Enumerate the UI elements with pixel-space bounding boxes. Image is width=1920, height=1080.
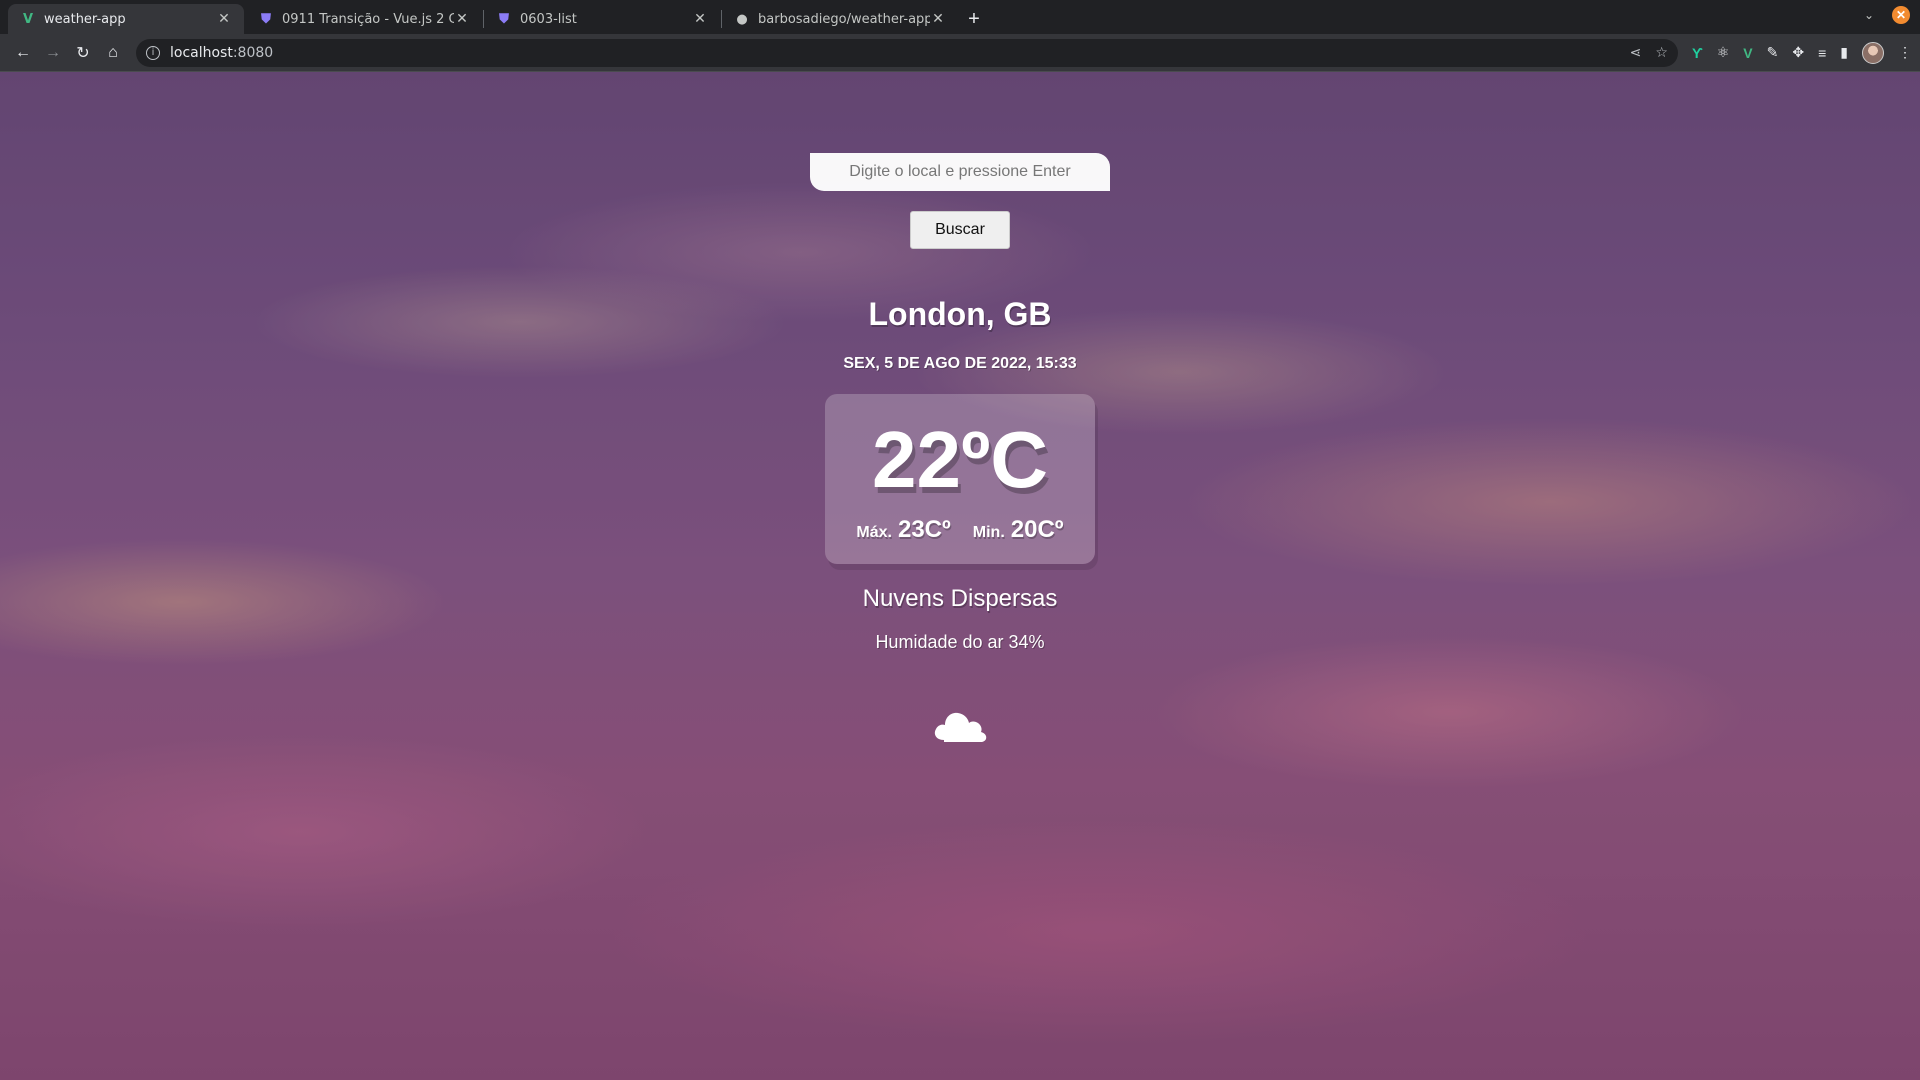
browser-toolbar: ← → ↻ ⌂ i localhost:8080 ⋖ ☆ ϒ ⚛ V ✎ ✥ ≡… — [0, 34, 1920, 72]
humidity: Humidade do ar 34% — [875, 632, 1045, 652]
tab-search-chevron-icon[interactable]: ⌄ — [1864, 8, 1874, 22]
browser-tab-strip: V weather-app ✕ ⛊ 0911 Transição - Vue.j… — [0, 0, 1920, 34]
vue-logo-icon: V — [22, 11, 34, 27]
tab-title: weather-app — [44, 11, 126, 27]
browser-tab-vue-transition[interactable]: ⛊ 0911 Transição - Vue.js 2 Comp ✕ — [246, 4, 484, 34]
browser-tab-github[interactable]: ● barbosadiego/weather-app- ✕ — [722, 4, 958, 34]
max-temperature: Máx. 23Cº — [856, 516, 950, 544]
share-icon[interactable]: ⋖ — [1630, 45, 1642, 61]
min-label: Min. — [972, 524, 1005, 541]
browser-menu-icon[interactable]: ⋮ — [1898, 44, 1912, 61]
new-tab-button[interactable]: + — [960, 4, 988, 34]
max-label: Máx. — [856, 524, 892, 541]
weather-app: Buscar London, GB SEX, 5 DE AGO DE 2022,… — [0, 72, 1920, 1080]
bookmark-star-icon[interactable]: ☆ — [1655, 45, 1668, 61]
browser-tab-weather-app[interactable]: V weather-app ✕ — [8, 4, 244, 34]
close-tab-icon[interactable]: ✕ — [454, 11, 470, 27]
search-button[interactable]: Buscar — [910, 211, 1010, 249]
extensions-puzzle-icon[interactable]: ✥ — [1792, 44, 1804, 61]
address-bar[interactable]: i localhost:8080 ⋖ ☆ — [136, 38, 1678, 67]
min-temperature: Min. 20Cº — [973, 516, 1064, 544]
tab-title: 0603-list — [520, 11, 577, 27]
page-viewport: Buscar London, GB SEX, 5 DE AGO DE 2022,… — [0, 72, 1920, 1080]
cloud-icon — [934, 712, 987, 742]
shield-favicon-icon: ⛊ — [499, 11, 509, 27]
extension-green-icon[interactable]: ϒ — [1692, 45, 1703, 61]
max-value: 23Cº — [897, 516, 951, 543]
url-port: :8080 — [232, 44, 274, 61]
temperature-box: 22ºC Máx. 23Cº Min. 20Cº — [825, 394, 1095, 564]
date-time: SEX, 5 DE AGO DE 2022, 15:33 — [843, 355, 1077, 372]
profile-avatar[interactable] — [1862, 41, 1884, 64]
browser-tab-list[interactable]: ⛊ 0603-list ✕ — [484, 4, 722, 34]
location-search-input[interactable] — [810, 153, 1110, 191]
min-max-temperature: Máx. 23Cº Min. 20Cº — [825, 516, 1095, 544]
color-picker-extension-icon[interactable]: ✎ — [1767, 44, 1779, 61]
tab-title: 0911 Transição - Vue.js 2 Comp — [282, 11, 454, 27]
close-tab-icon[interactable]: ✕ — [216, 11, 232, 27]
close-tab-icon[interactable]: ✕ — [692, 11, 708, 27]
reload-icon[interactable]: ↻ — [68, 38, 98, 68]
tab-title: barbosadiego/weather-app- — [758, 11, 930, 27]
vue-devtools-icon[interactable]: V — [1743, 45, 1752, 61]
min-value: 20Cº — [1010, 516, 1064, 543]
url-host: localhost — [170, 44, 233, 61]
current-temperature: 22ºC — [872, 415, 1048, 504]
forward-arrow-icon[interactable]: → — [38, 38, 68, 68]
home-icon[interactable]: ⌂ — [98, 38, 128, 68]
close-window-icon[interactable]: ✕ — [1892, 6, 1910, 24]
reading-list-icon[interactable]: ≡ — [1818, 45, 1826, 61]
weather-description: Nuvens Dispersas — [862, 585, 1058, 612]
back-arrow-icon[interactable]: ← — [8, 38, 38, 68]
close-tab-icon[interactable]: ✕ — [930, 11, 946, 27]
react-devtools-icon[interactable]: ⚛ — [1717, 44, 1730, 61]
site-info-icon[interactable]: i — [146, 45, 160, 60]
github-icon: ● — [736, 11, 748, 27]
side-panel-icon[interactable]: ▮ — [1840, 44, 1848, 61]
shield-favicon-icon: ⛊ — [261, 11, 271, 27]
location-title: London, GB — [868, 296, 1052, 332]
